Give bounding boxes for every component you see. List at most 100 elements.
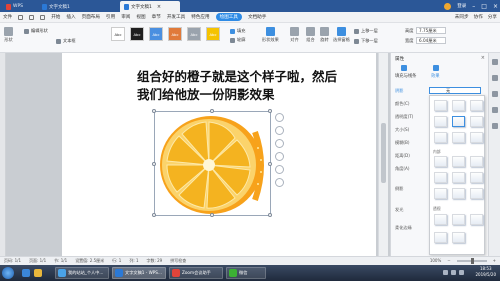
outline-button[interactable]: 轮廓: [230, 37, 245, 43]
page-number[interactable]: 页码: 1/1: [4, 258, 21, 264]
menu-review[interactable]: 审阅: [121, 14, 130, 20]
fill-line-icon[interactable]: [401, 65, 407, 71]
shadow-option[interactable]: [434, 214, 447, 225]
scrollbar-thumb[interactable]: [381, 123, 386, 183]
shadow-option[interactable]: [434, 100, 447, 111]
close-pane-icon[interactable]: ×: [481, 55, 485, 61]
rotate-tool-icon[interactable]: [492, 107, 498, 113]
shadow-option[interactable]: [434, 188, 447, 199]
edit-pen-icon[interactable]: [275, 152, 284, 161]
style-preset-6[interactable]: Abc: [206, 27, 220, 41]
more-tools-icon[interactable]: [492, 123, 498, 129]
shadow-option[interactable]: [470, 116, 483, 127]
document-page[interactable]: 组合好的橙子就是这个样子啦，然后 我们给他放一份阴影效果: [62, 53, 376, 256]
spell-check[interactable]: 拼写检查: [170, 258, 186, 264]
zoom-slider[interactable]: [456, 257, 487, 264]
shape-outline-icon[interactable]: [275, 139, 284, 148]
resize-handle-w[interactable]: [152, 162, 156, 166]
send-backward-button[interactable]: 下移一层: [354, 38, 378, 44]
close-tab-icon[interactable]: ×: [157, 4, 161, 10]
textbox-button[interactable]: 文本框: [56, 38, 76, 44]
shadow-option[interactable]: [452, 172, 465, 183]
shadow-option[interactable]: [452, 232, 465, 243]
soft-edge-section[interactable]: 柔化边缘: [395, 225, 412, 231]
zoom-level[interactable]: 100%: [430, 258, 441, 263]
menu-references[interactable]: 引用: [106, 14, 115, 20]
share-button[interactable]: 分享: [488, 14, 497, 20]
style-preset-5[interactable]: Abc: [187, 27, 201, 41]
zoom-in-icon[interactable]: +: [493, 258, 496, 263]
cursor-icon[interactable]: [492, 75, 498, 81]
shadow-option[interactable]: [470, 156, 483, 167]
zoom-out-icon[interactable]: −: [447, 258, 450, 263]
shadow-option[interactable]: [434, 232, 447, 243]
avatar[interactable]: [444, 2, 452, 10]
effects-icon[interactable]: [433, 65, 439, 71]
collaborate-button[interactable]: 协作: [474, 14, 483, 20]
shadow-option[interactable]: [470, 172, 483, 183]
shadow-option[interactable]: [470, 188, 483, 199]
resize-handle-n[interactable]: [210, 109, 214, 113]
bring-forward-button[interactable]: 上移一层: [354, 28, 378, 34]
resize-handle-sw[interactable]: [152, 213, 156, 217]
shadow-option[interactable]: [452, 116, 465, 127]
shadow-option[interactable]: [470, 132, 483, 143]
style-preset-3[interactable]: Abc: [149, 27, 163, 41]
taskbar-task-browser[interactable]: 我的站站_个人中...: [55, 267, 109, 279]
menu-drawing-tools[interactable]: 绘图工具: [215, 13, 242, 21]
resize-handle-nw[interactable]: [152, 109, 156, 113]
volume-icon[interactable]: [451, 270, 456, 275]
menu-home[interactable]: 开始: [51, 14, 60, 20]
minimize-icon[interactable]: –: [472, 3, 475, 10]
login-link[interactable]: 登录: [457, 3, 466, 9]
menu-insert[interactable]: 插入: [66, 14, 75, 20]
fill-button[interactable]: 填充: [230, 28, 245, 34]
shadow-option[interactable]: [452, 188, 465, 199]
shadow-option[interactable]: [452, 132, 465, 143]
shadow-option[interactable]: [470, 100, 483, 111]
save-icon[interactable]: [18, 14, 24, 20]
sync-status[interactable]: 未同步: [455, 14, 469, 20]
shadow-option[interactable]: [434, 172, 447, 183]
style-preset-4[interactable]: Abc: [168, 27, 182, 41]
menu-file[interactable]: 文件: [3, 14, 12, 20]
start-button[interactable]: [2, 267, 14, 279]
print-icon[interactable]: [29, 14, 35, 20]
menu-developer[interactable]: 开发工具: [167, 14, 185, 20]
orange-group-selection[interactable]: [152, 109, 272, 217]
clock[interactable]: 18:53 2019/5/20: [475, 266, 496, 278]
resize-handle-ne[interactable]: [268, 109, 272, 113]
zoom-slider-knob[interactable]: [470, 257, 474, 264]
input-method-icon[interactable]: [459, 270, 464, 275]
tab-document-1[interactable]: 文字文稿1: [38, 1, 86, 12]
taskbar-task-zoom[interactable]: Zoom会议助手: [169, 267, 223, 279]
network-icon[interactable]: [443, 270, 448, 275]
resize-handle-e[interactable]: [268, 162, 272, 166]
shadow-option[interactable]: [452, 156, 465, 167]
shadow-preset-dropdown[interactable]: 无: [429, 87, 481, 94]
align-button[interactable]: 对齐: [290, 27, 299, 43]
menu-layout[interactable]: 页面布局: [82, 14, 100, 20]
shadow-section-label[interactable]: 阴影: [395, 88, 403, 94]
reflection-section[interactable]: 倒影: [395, 186, 403, 192]
taskbar-task-wechat[interactable]: 微信: [226, 267, 266, 279]
taskbar-pinned-explorer[interactable]: [32, 267, 44, 279]
glow-section[interactable]: 发光: [395, 207, 403, 213]
shadow-option[interactable]: [452, 214, 465, 225]
shape-effect-button[interactable]: 形状效果: [262, 27, 279, 43]
menu-chapter[interactable]: 章节: [152, 14, 161, 20]
menu-doc-assistant[interactable]: 文档助手: [248, 14, 266, 20]
shadow-option[interactable]: [470, 214, 483, 225]
tab-effects[interactable]: 效果: [431, 73, 440, 79]
document-heading[interactable]: 组合好的橙子就是这个样子啦，然后 我们给他放一份阴影效果: [137, 68, 357, 104]
vertical-scrollbar[interactable]: [378, 53, 388, 256]
layout-options-icon[interactable]: [275, 113, 284, 122]
word-count[interactable]: 字数: 29: [147, 258, 163, 264]
edit-shape-button[interactable]: 编辑形状: [24, 28, 48, 34]
menu-features[interactable]: 特色应用: [191, 14, 209, 20]
adjust-icon[interactable]: [492, 91, 498, 97]
shadow-option[interactable]: [434, 156, 447, 167]
select-pane-button[interactable]: 选择窗格: [333, 27, 350, 43]
shape-fill-icon[interactable]: [275, 126, 284, 135]
taskbar-task-wps[interactable]: 文字文稿1 - WPS...: [112, 267, 166, 279]
